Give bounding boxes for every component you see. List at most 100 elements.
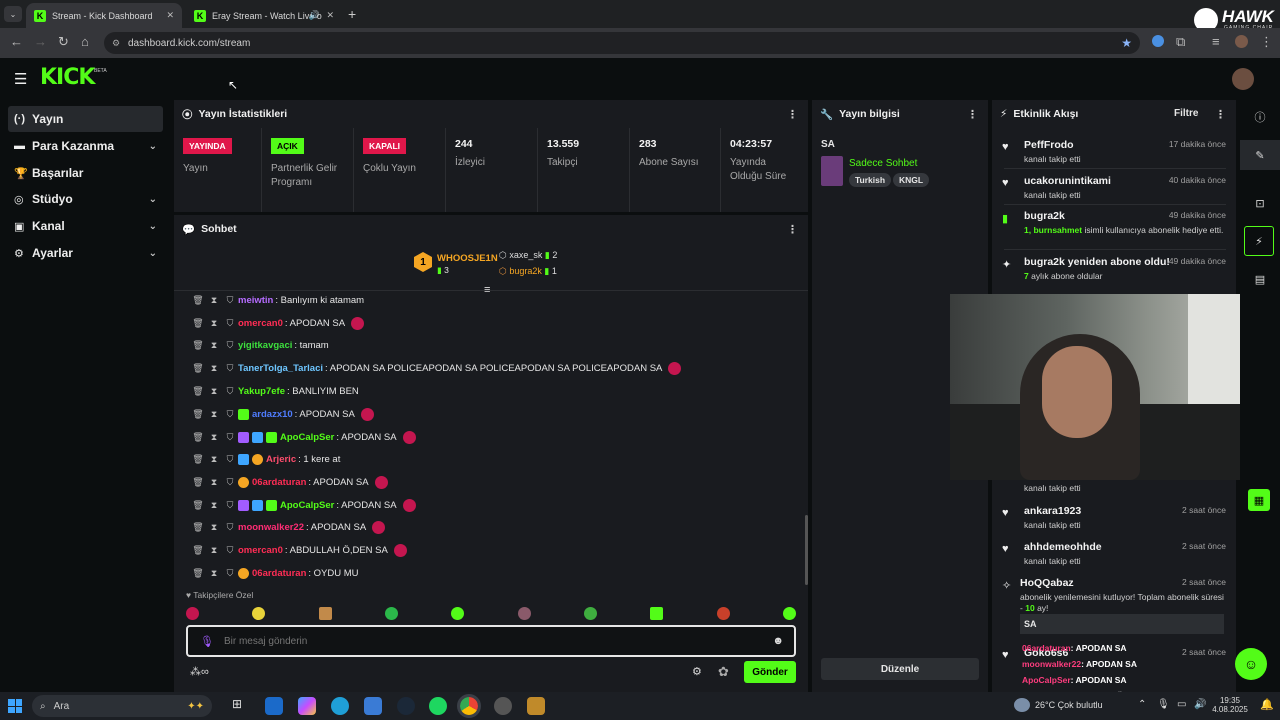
timeout-icon[interactable]: ⧗ [206, 568, 222, 579]
ban-shield-icon[interactable]: ⛉ [222, 522, 238, 533]
lightning-icon[interactable]: ⚡ [1244, 226, 1274, 256]
delete-message-icon[interactable]: 🗑 [190, 432, 206, 443]
mod-tools-icon[interactable]: ✿ [718, 664, 729, 680]
url-bar[interactable]: ⚙ dashboard.kick.com/stream ★ [104, 32, 1140, 54]
emote-icon[interactable] [252, 606, 266, 620]
microphone-icon[interactable]: 🎙 [200, 635, 214, 648]
chat-username[interactable]: meiwtin [238, 295, 273, 306]
emote-icon[interactable] [782, 606, 796, 620]
send-button[interactable]: Gönder [744, 661, 796, 683]
timeout-icon[interactable]: ⧗ [206, 454, 222, 465]
ban-shield-icon[interactable]: ⛉ [222, 340, 238, 351]
store-icon[interactable] [364, 697, 382, 715]
target-icon[interactable]: ⊡ [1240, 188, 1280, 218]
chat-username[interactable]: omercan0 [238, 545, 283, 556]
sidebar-item-basarilar[interactable]: 🏆 Başarılar [8, 160, 163, 186]
chat-username[interactable]: 06ardaturan [252, 477, 306, 488]
close-tab-icon[interactable]: ✕ [326, 10, 334, 21]
timeout-icon[interactable]: ⧗ [206, 522, 222, 533]
bookmark-star-icon[interactable]: ★ [1121, 36, 1132, 50]
hamburger-menu-icon[interactable]: ☰ [14, 70, 27, 88]
taskbar-search[interactable]: ⌕ Ara ✦✦ [32, 695, 212, 717]
user-avatar[interactable] [1232, 68, 1254, 90]
info-icon[interactable]: ⓘ [1240, 102, 1280, 132]
delete-message-icon[interactable]: 🗑 [190, 545, 206, 556]
outlook-icon[interactable] [265, 697, 283, 715]
delete-message-icon[interactable]: 🗑 [190, 500, 206, 511]
sidebar-item-kanal[interactable]: ▣ Kanal ⌄ [8, 213, 163, 239]
sidebar-item-ayarlar[interactable]: ⚙ Ayarlar ⌄ [8, 240, 163, 266]
emote-icon[interactable] [186, 606, 199, 620]
spotify-icon[interactable] [429, 697, 447, 715]
media-icon[interactable]: ≡ [1212, 34, 1220, 49]
ban-shield-icon[interactable]: ⛉ [222, 409, 238, 420]
timeout-icon[interactable]: ⧗ [206, 432, 222, 443]
timeout-icon[interactable]: ⧗ [206, 318, 222, 329]
windows-start-icon[interactable] [8, 699, 22, 713]
ban-shield-icon[interactable]: ⛉ [222, 500, 238, 511]
close-tab-icon[interactable]: ✕ [166, 10, 174, 21]
timeout-icon[interactable]: ⧗ [206, 340, 222, 351]
ban-shield-icon[interactable]: ⛉ [222, 318, 238, 329]
chat-username[interactable]: moonwalker22 [238, 522, 304, 533]
chevron-up-icon[interactable]: ⌃ [1138, 699, 1146, 710]
delete-message-icon[interactable]: 🗑 [190, 568, 206, 579]
emote-icon[interactable] [517, 606, 531, 620]
timeout-icon[interactable]: ⧗ [206, 409, 222, 420]
tab-kick-dashboard[interactable]: K Stream - Kick Dashboard ✕ [26, 3, 182, 28]
new-tab-icon[interactable]: + [348, 6, 356, 22]
timeout-icon[interactable]: ⧗ [206, 545, 222, 556]
delete-message-icon[interactable]: 🗑 [190, 386, 206, 397]
delete-message-icon[interactable]: 🗑 [190, 318, 206, 329]
delete-message-icon[interactable]: 🗑 [190, 477, 206, 488]
timeout-icon[interactable]: ⧗ [206, 500, 222, 511]
timeout-icon[interactable]: ⧗ [206, 477, 222, 488]
tab-eray-stream[interactable]: K Eray Stream - Watch Live o 🔊 ✕ [186, 3, 342, 28]
delete-message-icon[interactable]: 🗑 [190, 363, 206, 374]
chat-input-box[interactable]: 🎙 ☻ [186, 625, 796, 657]
chat-username[interactable]: ardazx10 [252, 409, 293, 420]
sidebar-item-yayin[interactable]: (·) Yayın [8, 106, 163, 132]
ban-shield-icon[interactable]: ⛉ [222, 545, 238, 556]
kebab-menu-icon[interactable]: ⋮ [967, 108, 978, 121]
ban-shield-icon[interactable]: ⛉ [222, 363, 238, 374]
edit-button[interactable]: Düzenle [821, 658, 979, 680]
kebab-menu-icon[interactable]: ⋮ [787, 223, 798, 236]
delete-message-icon[interactable]: 🗑 [190, 522, 206, 533]
copilot-icon[interactable] [298, 697, 316, 715]
speaker-icon[interactable]: 🔊 [309, 10, 320, 21]
kebab-menu-icon[interactable]: ⋮ [787, 108, 798, 121]
chat-input[interactable] [223, 635, 773, 647]
obs-icon[interactable] [494, 697, 512, 715]
extension-icon[interactable] [1152, 35, 1164, 47]
delete-message-icon[interactable]: 🗑 [190, 340, 206, 351]
notification-bell-icon[interactable]: 🔔 [1260, 698, 1274, 711]
ban-shield-icon[interactable]: ⛉ [222, 568, 238, 579]
gifter-3[interactable]: ⬡ bugra2k ▮ 1 [499, 266, 557, 277]
puzzle-extensions-icon[interactable]: ⧉ [1176, 34, 1185, 50]
ban-shield-icon[interactable]: ⛉ [222, 432, 238, 443]
home-icon[interactable]: ⌂ [81, 34, 89, 49]
sidebar-item-para-kazanma[interactable]: ▬ Para Kazanma ⌄ [8, 133, 163, 159]
emote-icon[interactable] [451, 606, 465, 620]
chat-username[interactable]: ApoCalpSer [280, 432, 334, 443]
ban-shield-icon[interactable]: ⛉ [222, 295, 238, 306]
chat-points-icon[interactable]: ⁂∞ [190, 665, 209, 678]
steam-icon[interactable] [397, 697, 415, 715]
emote-icon[interactable] [716, 606, 730, 620]
app-icon[interactable] [527, 697, 545, 715]
chat-settings-gear-icon[interactable]: ⚙ [692, 665, 702, 678]
microphone-tray-icon[interactable]: 🎙 [1157, 699, 1170, 710]
weather-widget[interactable]: 26°C Çok bulutlu [1035, 700, 1103, 710]
back-icon[interactable]: ← [10, 34, 23, 49]
category-link[interactable]: Sadece Sohbet [849, 158, 917, 169]
gifter-2[interactable]: ⬡ xaxe_sk ▮ 2 [499, 250, 557, 261]
ban-shield-icon[interactable]: ⛉ [222, 454, 238, 465]
timeout-icon[interactable]: ⧗ [206, 386, 222, 397]
kebab-menu-icon[interactable]: ⋮ [1215, 108, 1226, 121]
support-chat-icon[interactable]: ☺ [1235, 648, 1267, 680]
reload-icon[interactable]: ↻ [58, 34, 69, 50]
notes-icon[interactable]: ▤ [1240, 264, 1280, 294]
chrome-icon[interactable] [457, 694, 481, 718]
ban-shield-icon[interactable]: ⛉ [222, 477, 238, 488]
